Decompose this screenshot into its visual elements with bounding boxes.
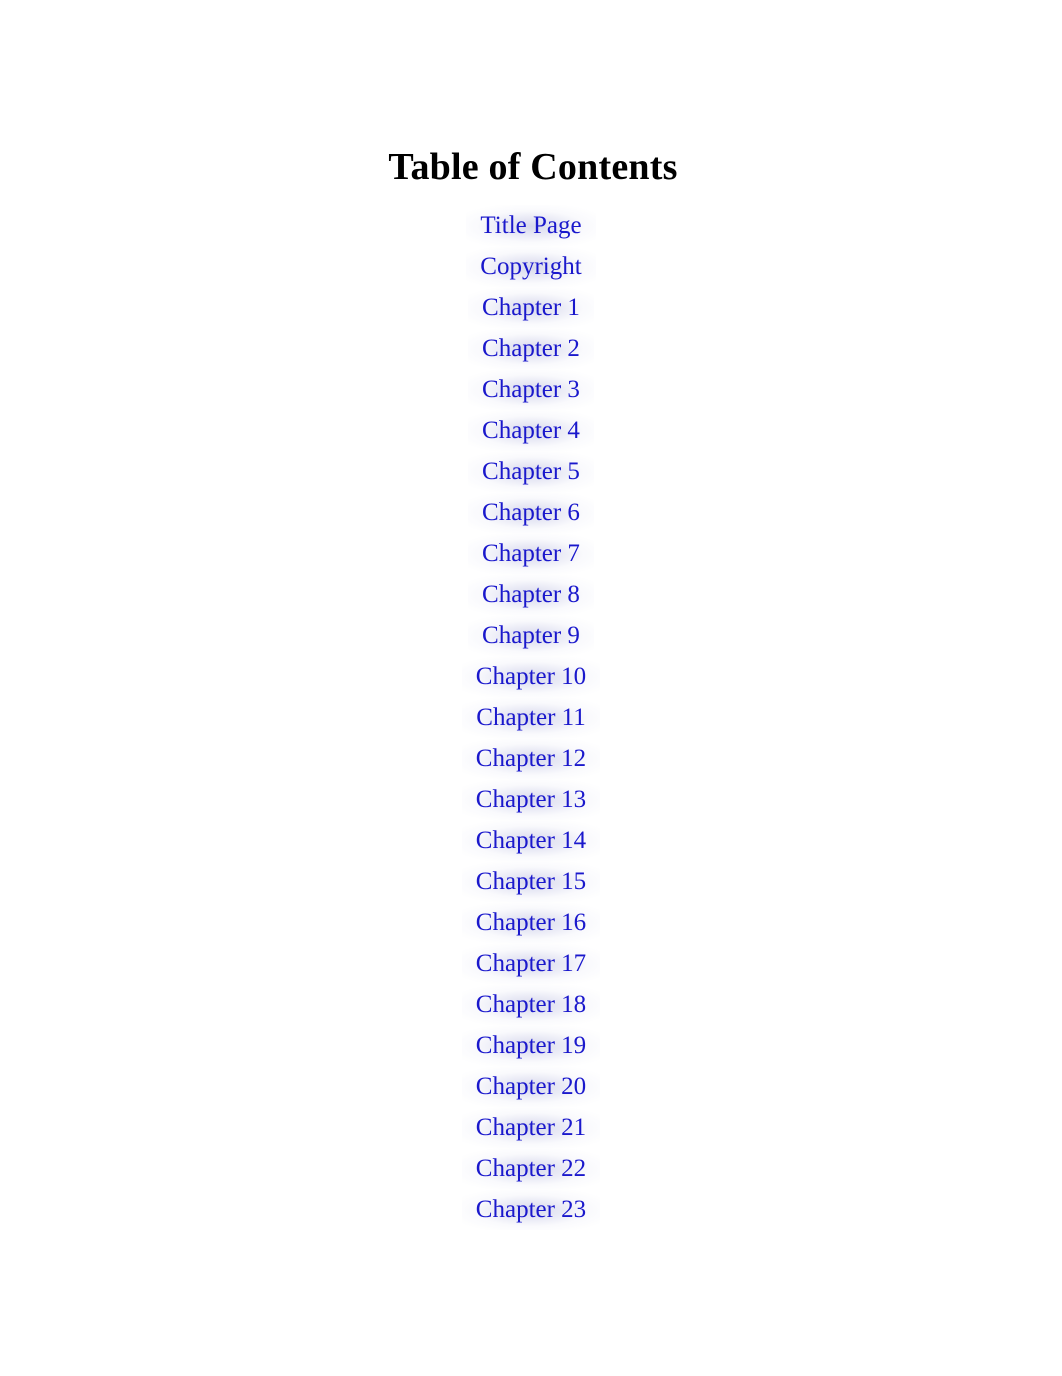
page-title: Table of Contents — [388, 146, 678, 189]
list-item: Chapter 14 — [0, 820, 1062, 861]
list-item: Chapter 23 — [0, 1189, 1062, 1230]
toc-link-chapter-17[interactable]: Chapter 17 — [451, 943, 611, 984]
table-of-contents-list: Title Page Copyright Chapter 1 Chapter 2… — [0, 205, 1062, 1230]
toc-link-chapter-22[interactable]: Chapter 22 — [451, 1148, 611, 1189]
list-item: Chapter 4 — [0, 410, 1062, 451]
toc-link-chapter-13[interactable]: Chapter 13 — [451, 779, 611, 820]
list-item: Chapter 21 — [0, 1107, 1062, 1148]
list-item: Copyright — [0, 246, 1062, 287]
list-item: Chapter 15 — [0, 861, 1062, 902]
list-item: Chapter 20 — [0, 1066, 1062, 1107]
toc-link-chapter-4[interactable]: Chapter 4 — [458, 410, 604, 451]
toc-link-chapter-1[interactable]: Chapter 1 — [458, 287, 604, 328]
toc-link-chapter-21[interactable]: Chapter 21 — [451, 1107, 611, 1148]
list-item: Chapter 1 — [0, 287, 1062, 328]
toc-link-chapter-11[interactable]: Chapter 11 — [452, 697, 611, 738]
toc-link-chapter-23[interactable]: Chapter 23 — [451, 1189, 611, 1230]
list-item: Chapter 7 — [0, 533, 1062, 574]
toc-link-chapter-14[interactable]: Chapter 14 — [451, 820, 611, 861]
list-item: Chapter 8 — [0, 574, 1062, 615]
list-item: Chapter 9 — [0, 615, 1062, 656]
list-item: Chapter 12 — [0, 738, 1062, 779]
list-item: Title Page — [0, 205, 1062, 246]
toc-link-chapter-18[interactable]: Chapter 18 — [451, 984, 611, 1025]
toc-link-chapter-2[interactable]: Chapter 2 — [458, 328, 604, 369]
toc-link-chapter-20[interactable]: Chapter 20 — [451, 1066, 611, 1107]
toc-link-chapter-15[interactable]: Chapter 15 — [451, 861, 611, 902]
list-item: Chapter 16 — [0, 902, 1062, 943]
list-item: Chapter 3 — [0, 369, 1062, 410]
toc-link-chapter-10[interactable]: Chapter 10 — [451, 656, 611, 697]
list-item: Chapter 22 — [0, 1148, 1062, 1189]
list-item: Chapter 19 — [0, 1025, 1062, 1066]
list-item: Chapter 17 — [0, 943, 1062, 984]
toc-link-title-page[interactable]: Title Page — [456, 205, 606, 246]
toc-link-chapter-16[interactable]: Chapter 16 — [451, 902, 611, 943]
toc-link-chapter-6[interactable]: Chapter 6 — [458, 492, 604, 533]
toc-link-chapter-9[interactable]: Chapter 9 — [458, 615, 604, 656]
toc-link-chapter-19[interactable]: Chapter 19 — [451, 1025, 611, 1066]
toc-link-chapter-3[interactable]: Chapter 3 — [458, 369, 604, 410]
list-item: Chapter 13 — [0, 779, 1062, 820]
list-item: Chapter 18 — [0, 984, 1062, 1025]
list-item: Chapter 5 — [0, 451, 1062, 492]
toc-link-chapter-5[interactable]: Chapter 5 — [458, 451, 604, 492]
toc-link-chapter-7[interactable]: Chapter 7 — [458, 533, 604, 574]
list-item: Chapter 6 — [0, 492, 1062, 533]
list-item: Chapter 10 — [0, 656, 1062, 697]
list-item: Chapter 11 — [0, 697, 1062, 738]
toc-page: Table of Contents Title Page Copyright C… — [0, 0, 1062, 1376]
toc-link-copyright[interactable]: Copyright — [456, 246, 607, 287]
toc-link-chapter-12[interactable]: Chapter 12 — [451, 738, 611, 779]
toc-link-chapter-8[interactable]: Chapter 8 — [458, 574, 604, 615]
list-item: Chapter 2 — [0, 328, 1062, 369]
